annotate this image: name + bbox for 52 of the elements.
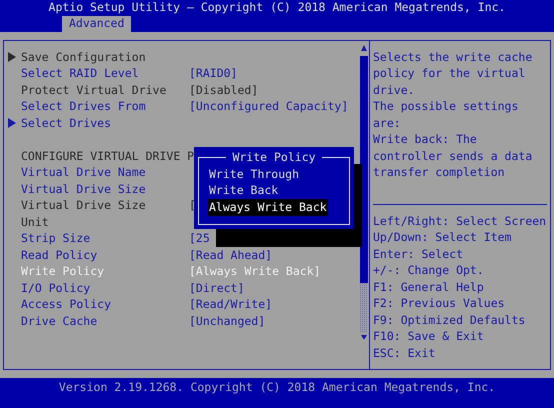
- setting-label[interactable]: Read Policy: [21, 246, 189, 264]
- key-hint: +/-: Change Opt.: [373, 262, 484, 280]
- triangle-icon: [8, 52, 16, 62]
- window-title: Aptio Setup Utility – Copyright (C) 2018 American Megatrends, Inc.: [48, 0, 506, 16]
- help-text: are:: [373, 114, 401, 132]
- setting-value[interactable]: [Read Ahead]: [189, 246, 272, 264]
- help-text: policy for the virtual: [373, 65, 526, 82]
- setting-value[interactable]: [RAID0]: [189, 65, 238, 82]
- help-text: The possible settings: [373, 98, 518, 116]
- setting-label[interactable]: Virtual Drive Size: [21, 180, 189, 198]
- setting-label[interactable]: Protect Virtual Drive: [21, 82, 189, 99]
- setting-label[interactable]: Select Drives From: [21, 98, 189, 116]
- tab[interactable]: Advanced: [62, 16, 132, 32]
- footer-text: Version 2.19.1268. Copyright (C) 2018 American Megatrends, Inc.: [58, 379, 496, 396]
- submenu-item[interactable]: Select Drives: [21, 114, 112, 132]
- help-text: Write back: The: [373, 131, 477, 148]
- key-hint: Up/Down: Select Item: [373, 229, 512, 246]
- setting-value[interactable]: [Unconfigured Capacity]: [189, 98, 348, 116]
- popup-title: Write Policy: [226, 149, 322, 166]
- setting-value[interactable]: [Direct]: [189, 280, 244, 297]
- setting-label[interactable]: Unit: [21, 214, 189, 231]
- setting-value[interactable]: [Read/Write]: [189, 296, 272, 314]
- setting-label[interactable]: I/O Policy: [21, 280, 189, 297]
- setting-value[interactable]: [: [189, 197, 196, 214]
- setting-value[interactable]: [Always Write Back]: [189, 263, 321, 280]
- help-text: transfer completion: [373, 164, 505, 182]
- help-text: drive.: [373, 82, 415, 99]
- setting-label[interactable]: Access Policy: [21, 296, 189, 314]
- setting-label[interactable]: Virtual Drive Size: [21, 197, 189, 214]
- key-hint: F2: Previous Values: [373, 295, 505, 312]
- triangle-icon: [8, 118, 16, 128]
- key-hint: F10: Save & Exit: [373, 328, 484, 346]
- popup-option[interactable]: Write Back: [208, 182, 280, 200]
- popup-option[interactable]: Write Through: [208, 166, 300, 183]
- key-hint: F1: General Help: [373, 278, 484, 296]
- help-text: controller sends a data: [373, 148, 532, 165]
- help-text: Selects the write cache: [373, 48, 532, 66]
- setting-label[interactable]: Write Policy: [21, 263, 189, 280]
- popup-option[interactable]: Always Write Back: [208, 198, 328, 216]
- submenu-item[interactable]: Save Configuration: [21, 48, 146, 66]
- setting-value[interactable]: [25: [189, 230, 210, 248]
- key-hint: ESC: Exit: [373, 344, 436, 362]
- key-hint: Enter: Select: [373, 246, 464, 263]
- key-hint: F9: Optimized Defaults: [373, 312, 526, 329]
- setting-label[interactable]: Select RAID Level: [21, 65, 189, 82]
- setting-value[interactable]: [Unchanged]: [189, 312, 266, 330]
- setting-label[interactable]: Strip Size: [21, 230, 189, 248]
- section-heading: CONFIGURE VIRTUAL DRIVE P: [21, 148, 194, 165]
- setting-label[interactable]: Virtual Drive Name: [21, 164, 189, 182]
- key-hint: Left/Right: Select Screen: [373, 212, 546, 230]
- setting-label[interactable]: Drive Cache: [21, 312, 189, 330]
- setting-value[interactable]: [Disabled]: [189, 82, 258, 99]
